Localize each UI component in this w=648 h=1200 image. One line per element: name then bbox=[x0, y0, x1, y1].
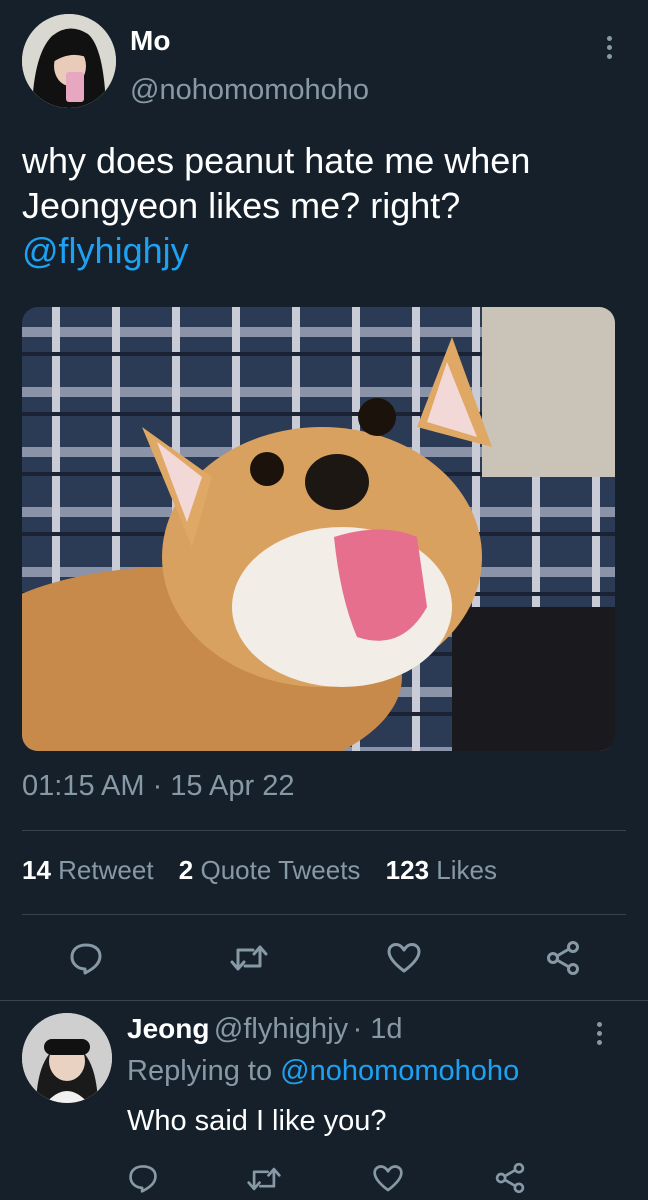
author-handle[interactable]: @nohomomohoho bbox=[130, 74, 369, 107]
like-stat[interactable]: 123 Likes bbox=[386, 855, 497, 885]
tweet-timestamp[interactable]: 01:15 AM · 15 Apr 22 bbox=[22, 770, 294, 803]
like-icon[interactable] bbox=[372, 1164, 404, 1198]
share-icon[interactable] bbox=[494, 1162, 526, 1199]
tweet-photo[interactable] bbox=[22, 307, 615, 751]
mention-link[interactable]: @flyhighjy bbox=[22, 230, 189, 271]
quote-stat[interactable]: 2 Quote Tweets bbox=[179, 855, 361, 885]
replying-prefix: Replying to bbox=[127, 1055, 273, 1087]
quote-label: Quote Tweets bbox=[200, 855, 361, 885]
more-vertical-icon[interactable] bbox=[594, 1022, 604, 1049]
reply-author-name[interactable]: Jeong bbox=[127, 1013, 209, 1044]
reply-text: Who said I like you? bbox=[127, 1105, 387, 1137]
reply-time[interactable]: · 1d bbox=[353, 1013, 403, 1045]
reply-author-avatar[interactable] bbox=[22, 1013, 112, 1103]
retweet-label: Retweet bbox=[58, 855, 154, 885]
tweet-body: why does peanut hate me when Jeongyeon l… bbox=[22, 140, 531, 226]
reply-author-handle[interactable]: @flyhighjy bbox=[214, 1013, 348, 1045]
reply-header: Jeong @flyhighjy · 1d bbox=[127, 1013, 403, 1046]
reply-icon[interactable] bbox=[127, 1162, 159, 1199]
divider bbox=[22, 830, 626, 831]
tweet-text: why does peanut hate me when Jeongyeon l… bbox=[22, 138, 622, 273]
share-icon[interactable] bbox=[545, 940, 581, 981]
like-count: 123 bbox=[385, 855, 430, 885]
retweet-icon[interactable] bbox=[246, 1164, 282, 1199]
like-label: Likes bbox=[436, 855, 497, 885]
author-name[interactable]: Mo bbox=[130, 25, 170, 57]
retweet-count: 14 bbox=[22, 855, 51, 885]
author-avatar[interactable] bbox=[22, 14, 116, 108]
divider bbox=[22, 914, 626, 915]
retweet-icon[interactable] bbox=[229, 942, 269, 979]
replying-to-link[interactable]: @nohomomohoho bbox=[280, 1055, 519, 1087]
like-icon[interactable] bbox=[386, 942, 422, 979]
replying-to-line: Replying to @nohomomohoho bbox=[127, 1055, 519, 1088]
reply-icon[interactable] bbox=[68, 940, 104, 981]
retweet-stat[interactable]: 14 Retweet bbox=[22, 855, 154, 885]
quote-count: 2 bbox=[178, 855, 194, 885]
tweet-stats: 14 Retweet 2 Quote Tweets 123 Likes bbox=[22, 855, 515, 886]
divider bbox=[0, 1000, 648, 1001]
more-vertical-icon[interactable] bbox=[604, 36, 614, 63]
